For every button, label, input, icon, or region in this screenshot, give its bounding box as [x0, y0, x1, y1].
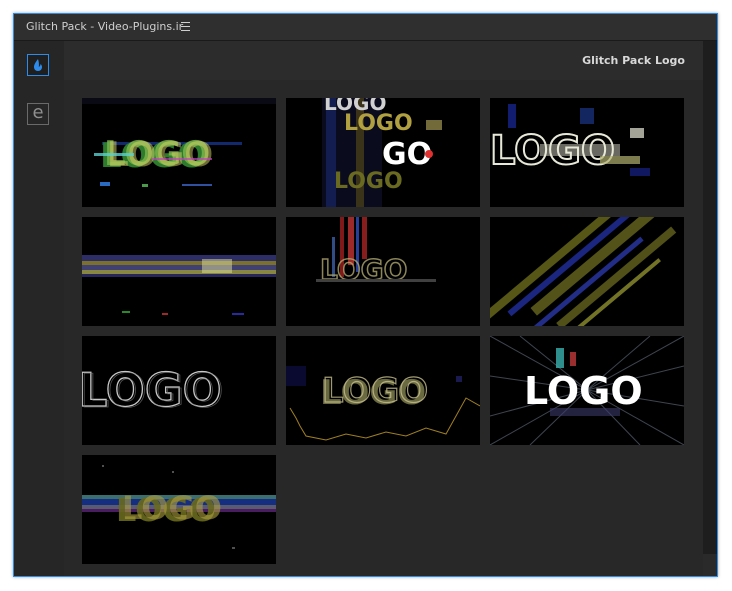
thumbnail-vertical-bars[interactable]: LOGO [286, 217, 480, 326]
thumbnail-white-burst[interactable]: LOGO [490, 336, 684, 445]
thumbnail-rgb-split[interactable]: LOGO LOGO LOGO [82, 98, 276, 207]
thumbnail-diagonal-streaks[interactable] [490, 217, 684, 326]
sidebar: e [14, 41, 64, 576]
panel-title: Glitch Pack Logo [582, 54, 685, 67]
drop-logo-icon [34, 59, 42, 71]
svg-text:LOGO: LOGO [122, 489, 222, 527]
content-panel: Glitch Pack Logo LOGO LOGO LOGO LOGO LOG… [64, 41, 703, 576]
hamburger-menu-icon[interactable] [181, 22, 190, 31]
title-bar: Glitch Pack - Video-Plugins.ir [14, 14, 717, 41]
svg-text:LOGO: LOGO [344, 111, 413, 136]
thumbnail-thin-outline[interactable]: LOGO LOGO [82, 336, 276, 445]
scrollbar[interactable] [703, 41, 717, 576]
thumbnail-outline-shatter[interactable]: LOGO [490, 98, 684, 207]
svg-text:LOGO: LOGO [82, 364, 224, 418]
svg-text:LOGO: LOGO [334, 169, 403, 194]
window-title: Glitch Pack - Video-Plugins.ir [26, 20, 184, 33]
svg-text:LOGO: LOGO [322, 371, 428, 411]
plugin-window: Glitch Pack - Video-Plugins.ir e Glitch … [13, 13, 718, 577]
thumbnail-gold-noise[interactable]: LOGO LOGO [286, 336, 480, 445]
panel-header: Glitch Pack Logo [64, 41, 703, 80]
scrollbar-thumb[interactable] [703, 41, 717, 554]
sidebar-item-e[interactable]: e [27, 102, 49, 125]
thumbnail-vertical-slices[interactable]: LOGO LOGO LOGO GO [286, 98, 480, 207]
e-letter-icon: e [32, 102, 44, 123]
svg-text:LOGO: LOGO [524, 369, 643, 413]
thumbnail-horizontal-blur[interactable] [82, 217, 276, 326]
sidebar-item-drop[interactable] [27, 54, 49, 76]
svg-text:GO: GO [382, 137, 432, 172]
thumbnail-band-glitch[interactable]: LOGO LOGO [82, 455, 276, 564]
